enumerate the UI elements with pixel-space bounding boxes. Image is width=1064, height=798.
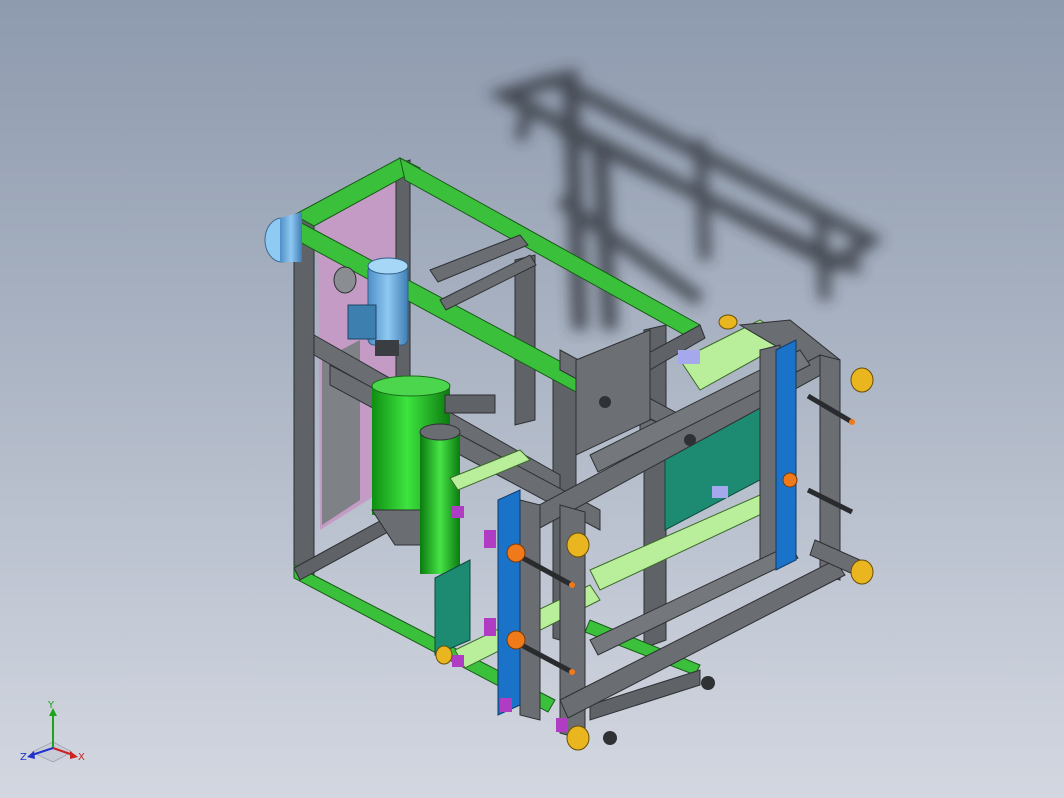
motor-shaft-housing <box>280 212 302 262</box>
foot-3 <box>599 396 611 408</box>
magenta-clamp-5 <box>500 698 512 712</box>
secondary-roller <box>420 432 460 574</box>
leveling-knob-5 <box>435 645 453 665</box>
orange-nut-1 <box>506 543 526 563</box>
frame-post-left-front <box>293 209 315 576</box>
foot-4 <box>684 434 696 446</box>
lavender-block-2 <box>712 486 728 498</box>
orientation-triad[interactable]: Y Z X <box>18 700 88 770</box>
motor-top <box>367 257 409 275</box>
orange-rod-tip-2 <box>569 669 575 675</box>
magenta-clamp-4 <box>452 655 464 667</box>
roller-drum-top <box>371 375 451 397</box>
triad-x-arrow-icon <box>70 751 78 759</box>
orange-rod-tip-3 <box>849 419 855 425</box>
foot-2 <box>603 731 617 745</box>
teal-belt-lower <box>434 559 471 656</box>
leveling-knob-6 <box>718 314 738 330</box>
triad-y-label: Y <box>47 700 55 711</box>
leveling-knob-3 <box>566 532 590 558</box>
secondary-roller-cap <box>419 423 461 441</box>
leveling-knob-4 <box>566 725 590 751</box>
magenta-clamp-1 <box>452 506 464 518</box>
roller-top-bracket <box>444 394 496 414</box>
blue-side-plate-right <box>775 339 797 571</box>
orange-nut-2 <box>506 630 526 650</box>
triad-x-label: X <box>78 752 85 763</box>
triad-z-label: Z <box>20 752 27 763</box>
foot-1 <box>701 676 715 690</box>
motor-coupling <box>375 340 399 356</box>
pulley-wheel <box>333 266 357 294</box>
cad-viewport[interactable]: Y Z X <box>0 0 1064 798</box>
orange-nut-3 <box>782 472 798 488</box>
ext-post-front-mid <box>519 499 541 721</box>
blue-side-plate-front <box>497 489 521 716</box>
leveling-knob-1 <box>850 367 874 393</box>
orange-rod-tip-1 <box>569 582 575 588</box>
magenta-clamp-6 <box>556 718 568 732</box>
model-shadow <box>486 69 884 331</box>
lavender-block <box>678 350 700 364</box>
cad-model-view[interactable] <box>0 0 1064 798</box>
motor-gearbox <box>347 304 377 340</box>
triad-z-arrow-icon <box>27 751 35 759</box>
magenta-clamp-3 <box>484 618 496 636</box>
leveling-knob-2 <box>850 559 874 585</box>
magenta-clamp-2 <box>484 530 496 548</box>
